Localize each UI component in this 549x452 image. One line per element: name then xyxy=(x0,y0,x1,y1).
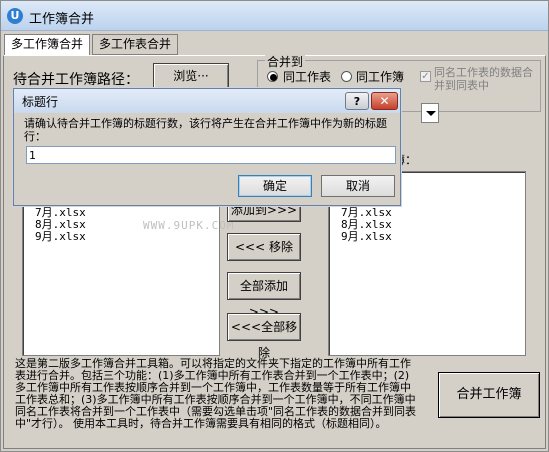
radio-same-sheet-label[interactable]: 同工作表 xyxy=(283,68,331,85)
ok-button[interactable]: 确定 xyxy=(238,175,312,197)
remove-all-button[interactable]: <<<全部移除 xyxy=(227,313,301,360)
dialog-title: 标题行 xyxy=(22,95,59,109)
path-label: 待合并工作簿路径： xyxy=(13,72,139,88)
main-window: U 工作簿合并 多工作簿合并 多工作表合并 待合并工作簿路径： 浏览··· 合并… xyxy=(0,0,549,452)
remove-button[interactable]: <<< 移除 xyxy=(227,233,301,261)
cancel-button[interactable]: 取消 xyxy=(321,175,395,197)
description-text: 这是第二版多工作簿合并工具箱。可以将指定的文件夹下指定的工作簿中所有工作表进行合… xyxy=(15,357,417,430)
dropdown-arrow[interactable] xyxy=(421,103,439,123)
close-icon[interactable]: ✕ xyxy=(371,92,398,110)
watermark: WWW.9UPK.COM xyxy=(143,219,235,232)
browse-button[interactable]: 浏览··· xyxy=(153,63,229,89)
help-button[interactable]: ? xyxy=(345,92,369,110)
header-rows-dialog: 标题行 ? ✕ 请确认待合并工作簿的标题行数，该行将产生在合并工作簿中作为新的标… xyxy=(13,88,401,206)
window-title: 工作簿合并 xyxy=(29,12,95,27)
add-all-button[interactable]: 全部添加>>> xyxy=(227,272,301,319)
app-icon: U xyxy=(7,8,23,24)
dialog-title-bar[interactable]: 标题行 ? ✕ xyxy=(14,89,400,113)
list-item[interactable]: 9月.xlsx xyxy=(341,228,392,244)
radio-same-workbook-label[interactable]: 同工作簿 xyxy=(356,68,404,85)
tab-multi-workbook-merge[interactable]: 多工作簿合并 xyxy=(4,34,90,56)
radio-same-workbook[interactable] xyxy=(341,71,352,82)
header-rows-input[interactable] xyxy=(26,146,396,164)
title-bar[interactable]: U 工作簿合并 xyxy=(1,1,548,31)
tab-multi-sheet-merge[interactable]: 多工作表合并 xyxy=(92,34,178,55)
dialog-message: 请确认待合并工作簿的标题行数，该行将产生在合并工作簿中作为新的标题行： xyxy=(24,117,387,143)
list-item[interactable]: 9月.xlsx xyxy=(35,228,86,244)
merge-workbook-button[interactable]: 合并工作簿 xyxy=(438,372,540,418)
same-name-checkbox-label: 同名工作表的数据合并到同表中 xyxy=(434,66,533,92)
same-name-checkbox[interactable]: ✓ xyxy=(420,71,431,82)
radio-same-sheet[interactable] xyxy=(267,71,278,82)
